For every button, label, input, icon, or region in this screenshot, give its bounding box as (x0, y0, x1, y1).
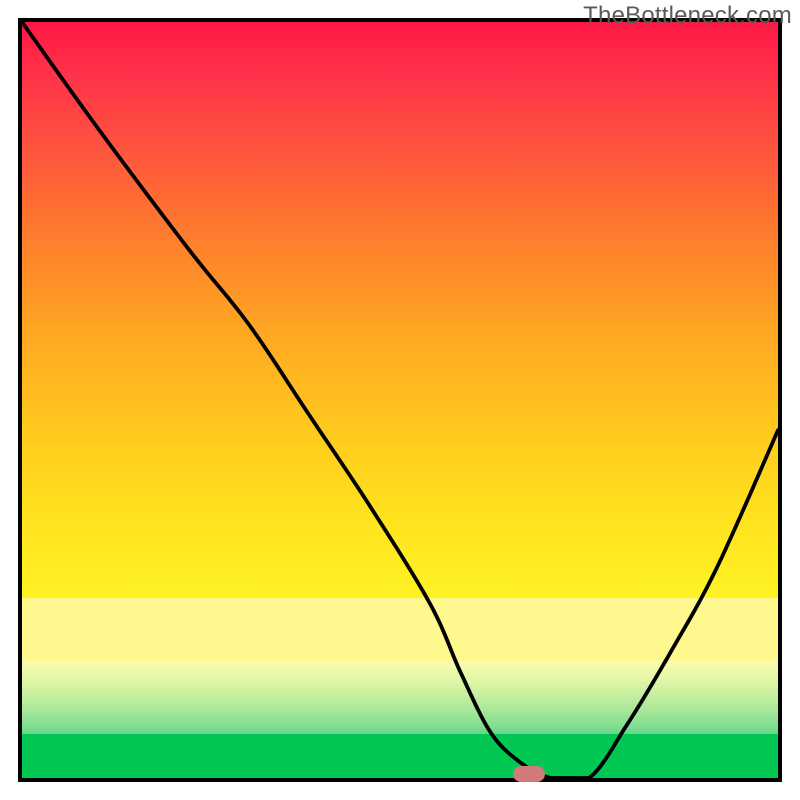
plot-background (22, 22, 778, 778)
bg-band-red-yellow (22, 22, 778, 600)
bottleneck-chart: TheBottleneck.com (0, 0, 800, 800)
bg-band-green (22, 734, 778, 778)
optimum-marker (513, 766, 545, 782)
bg-band-yellow-green (22, 661, 778, 735)
watermark-label: TheBottleneck.com (583, 2, 792, 30)
bg-band-pale-yellow (22, 598, 778, 662)
